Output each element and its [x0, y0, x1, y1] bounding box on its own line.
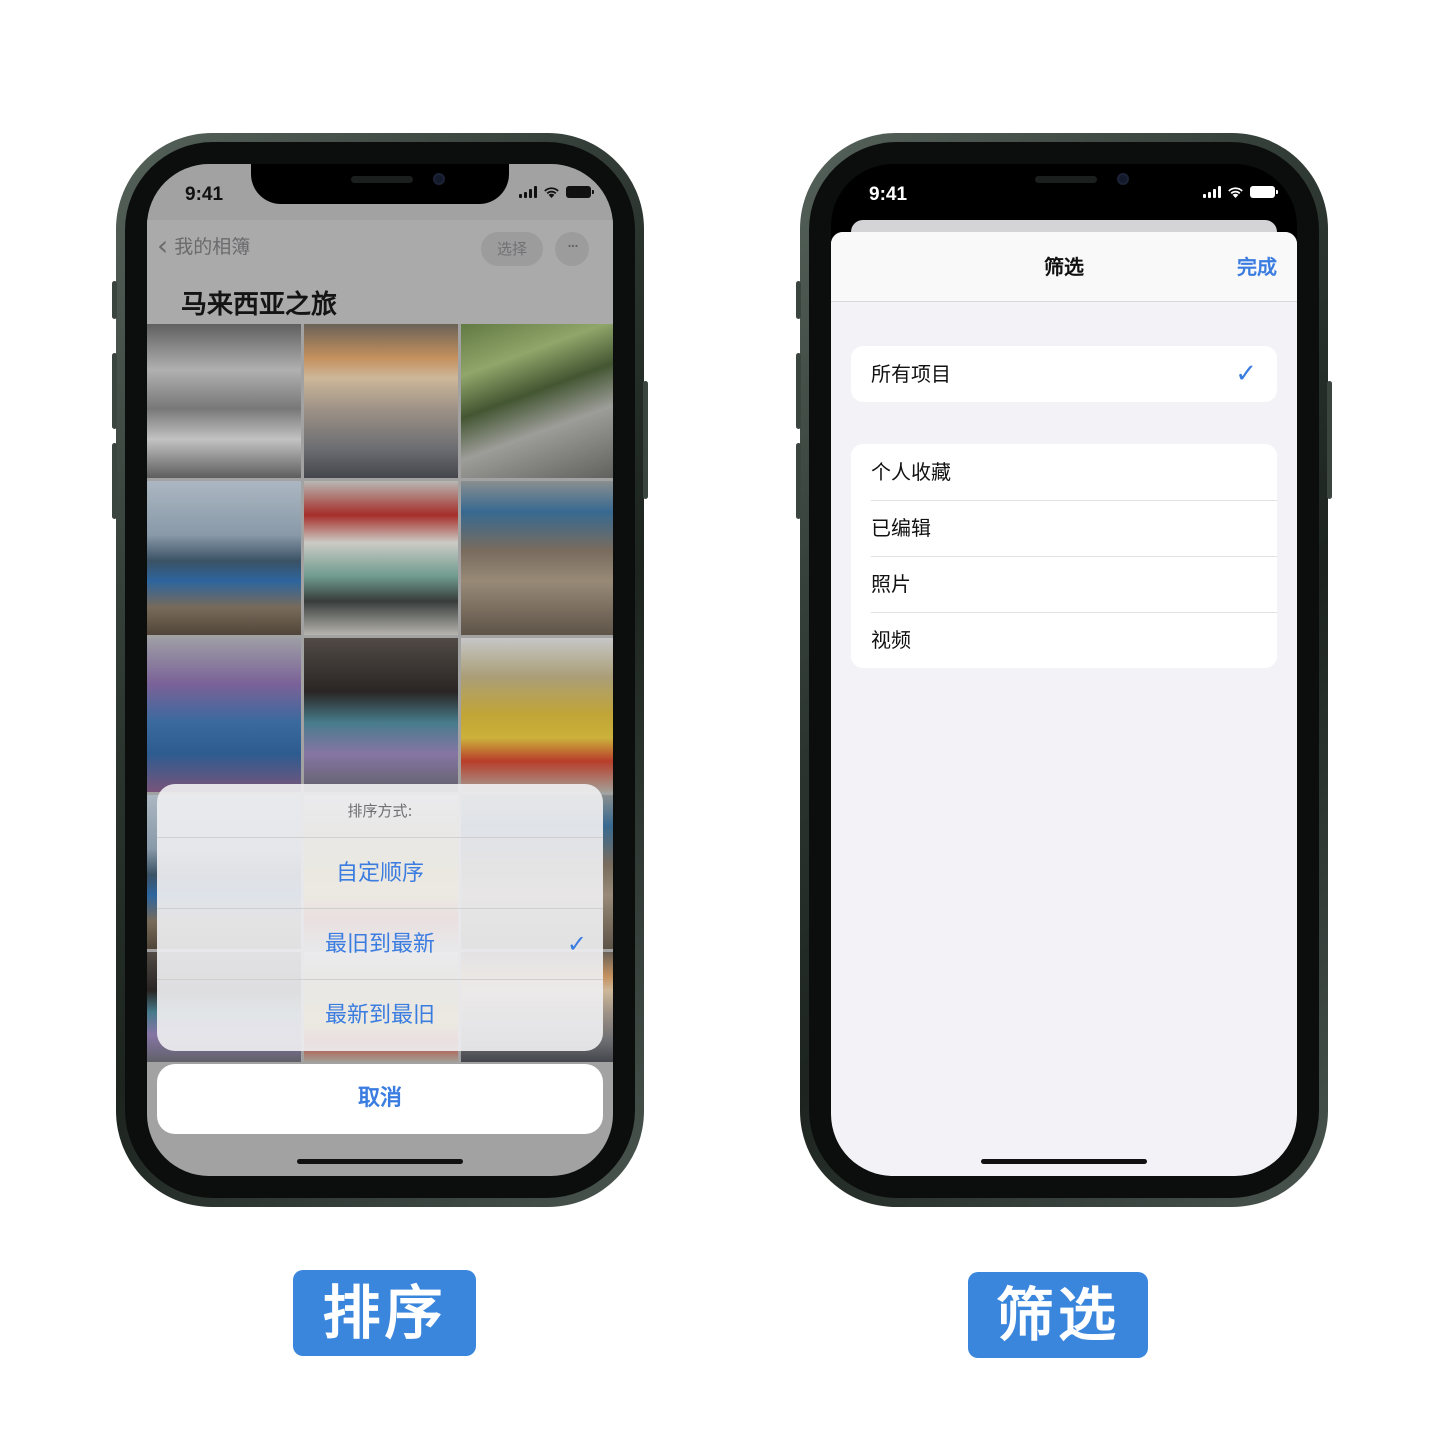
filter-row-all-items[interactable]: 所有项目 ✓	[851, 346, 1277, 402]
phone-sort: 9:41 ‹ 我的相簿 选择 ··· 马来西亚之旅 排序方式: 自定顺序 最旧到…	[112, 133, 648, 1207]
cellular-signal-icon	[1203, 186, 1221, 198]
status-bar: 9:41	[831, 164, 1297, 220]
sort-option-newest-first[interactable]: 最新到最旧	[157, 980, 603, 1051]
filter-title: 筛选	[1044, 255, 1084, 279]
volume-down-button	[796, 443, 801, 519]
filter-row-label: 视频	[871, 628, 911, 652]
cancel-button[interactable]: 取消	[157, 1064, 603, 1134]
sort-option-label: 自定顺序	[335, 861, 424, 886]
status-icons	[1203, 186, 1278, 198]
filter-row-label: 已编辑	[871, 516, 931, 540]
battery-icon	[566, 186, 594, 198]
screen: 9:41 ‹ 我的相簿 选择 ··· 马来西亚之旅 排序方式: 自定顺序 最旧到…	[147, 164, 613, 1176]
filter-row-label: 照片	[871, 572, 911, 596]
filter-row-videos[interactable]: 视频	[851, 612, 1277, 668]
home-indicator[interactable]	[981, 1159, 1147, 1164]
sort-option-custom[interactable]: 自定顺序	[157, 838, 603, 909]
sort-sheet-title: 排序方式:	[157, 784, 603, 838]
side-button	[112, 281, 117, 319]
filter-options-group: 个人收藏 已编辑 照片 视频	[851, 444, 1277, 668]
done-button[interactable]: 完成	[1237, 232, 1277, 302]
status-time: 9:41	[869, 184, 908, 205]
filter-row-label: 所有项目	[871, 362, 951, 386]
screen: 9:41 筛选 完成 所有项目 ✓ 个人收藏 已编辑 照片 视频	[831, 164, 1297, 1176]
power-button	[643, 381, 648, 499]
filter-row-photos[interactable]: 照片	[851, 556, 1277, 612]
all-items-group: 所有项目 ✓	[851, 346, 1277, 402]
sort-option-label: 最旧到最新	[324, 932, 435, 957]
battery-icon	[1250, 186, 1278, 198]
filter-nav-bar: 筛选 完成	[831, 232, 1297, 302]
cellular-signal-icon	[519, 186, 537, 198]
wifi-icon	[1228, 187, 1243, 198]
home-indicator[interactable]	[297, 1159, 463, 1164]
sort-action-sheet: 排序方式: 自定顺序 最旧到最新 ✓ 最新到最旧	[157, 784, 603, 1051]
filter-row-label: 个人收藏	[871, 460, 951, 484]
caption-sort: 排序	[293, 1270, 476, 1356]
wifi-icon	[544, 187, 559, 198]
filter-row-edited[interactable]: 已编辑	[851, 500, 1277, 556]
caption-filter: 筛选	[968, 1272, 1148, 1358]
side-button	[796, 281, 801, 319]
volume-up-button	[112, 353, 117, 429]
checkmark-icon: ✓	[566, 930, 587, 958]
filter-row-favorites[interactable]: 个人收藏	[851, 444, 1277, 500]
filter-modal: 筛选 完成 所有项目 ✓ 个人收藏 已编辑 照片 视频	[831, 232, 1297, 1176]
volume-up-button	[796, 353, 801, 429]
sort-option-label: 最新到最旧	[324, 1003, 435, 1028]
status-bar: 9:41	[147, 164, 613, 220]
checkmark-icon: ✓	[1235, 359, 1257, 389]
power-button	[1327, 381, 1332, 499]
status-time: 9:41	[185, 184, 224, 205]
volume-down-button	[112, 443, 117, 519]
phone-filter: 9:41 筛选 完成 所有项目 ✓ 个人收藏 已编辑 照片 视频	[796, 133, 1332, 1207]
status-icons	[519, 186, 594, 198]
sort-option-oldest-first[interactable]: 最旧到最新 ✓	[157, 909, 603, 980]
